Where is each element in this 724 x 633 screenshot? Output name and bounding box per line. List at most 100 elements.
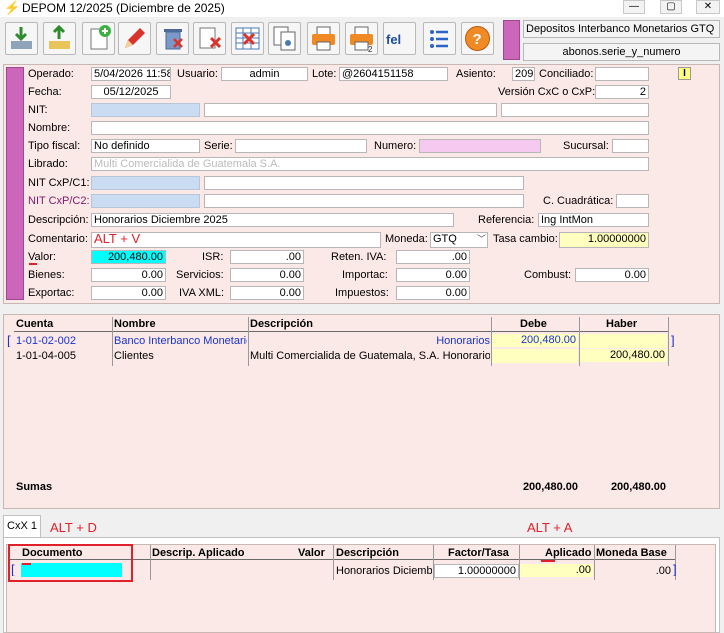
save-import-button[interactable] [5, 22, 38, 55]
col-valor[interactable]: Valor [298, 547, 325, 560]
print-copy-button[interactable]: 2 [345, 22, 378, 55]
numero-field[interactable] [419, 139, 541, 153]
document-type-field[interactable]: Depositos Interbanco Monetarios GTQ [523, 20, 720, 38]
row2-haber[interactable]: 200,480.00 [580, 349, 667, 362]
fel-logo-icon: fel [386, 32, 401, 47]
nit-cxp-c2-name-field[interactable] [204, 194, 524, 208]
delete-rows-button[interactable] [231, 22, 264, 55]
row1-debe[interactable]: 200,480.00 [492, 334, 578, 347]
descripcion-field[interactable]: Honorarios Diciembre 2025 [91, 213, 454, 227]
print-button[interactable] [307, 22, 340, 55]
impuestos-label: Impuestos: [335, 287, 389, 299]
exportac-field[interactable]: 0.00 [91, 286, 166, 300]
download-tray-icon [11, 27, 32, 49]
col-descripcion[interactable]: Descripción [250, 318, 313, 331]
nit-extra-field[interactable] [501, 103, 649, 117]
series-number-field[interactable]: abonos.serie_y_numero [523, 43, 720, 61]
alt-v-annotation: ALT + V [94, 231, 141, 246]
numero-label: Numero: [374, 140, 417, 152]
valor-underline [29, 263, 37, 265]
nit-cxp-c1-name-field[interactable] [204, 176, 524, 190]
servicios-label: Servicios: [176, 269, 224, 281]
nit-cxp-c1-field[interactable] [91, 176, 200, 190]
tasa-field[interactable]: 1.00000000 [559, 232, 649, 248]
col-cuenta[interactable]: Cuenta [16, 318, 53, 331]
svg-text:fel: fel [386, 32, 401, 47]
maximize-button[interactable]: ▢ [660, 0, 682, 14]
row2-debe[interactable] [492, 349, 578, 363]
col-haber[interactable]: Haber [606, 318, 637, 331]
referencia-field[interactable]: Ing IntMon [538, 213, 649, 227]
info-badge[interactable]: I [678, 67, 691, 80]
moneda-select[interactable]: GTQ ﹀ [430, 232, 488, 248]
impuestos-field[interactable]: 0.00 [396, 286, 470, 300]
asiento-field: 209 [512, 67, 535, 81]
col-debe[interactable]: Debe [520, 318, 547, 331]
col-aplicado[interactable]: Aplicado [545, 547, 591, 560]
row1-cuenta[interactable]: 1-01-02-002 [16, 335, 111, 348]
bienes-field[interactable]: 0.00 [91, 268, 166, 282]
col-factor-tasa[interactable]: Factor/Tasa [448, 547, 509, 560]
tipo-fiscal-field[interactable]: No definido [91, 139, 200, 153]
edit-button[interactable] [118, 22, 151, 55]
list-button[interactable] [423, 22, 456, 55]
sumas-debe: 200,480.00 [522, 481, 578, 493]
c-cuadratica-field[interactable] [616, 194, 649, 208]
servicios-field[interactable]: 0.00 [230, 268, 304, 282]
app-row-descripcion[interactable]: Honorarios Diciembre [336, 565, 432, 578]
librado-field[interactable]: Multi Comercialida de Guatemala S.A. [91, 157, 649, 171]
nit-cxp-c1-label: NIT CxP/C1: [28, 177, 90, 189]
tab-cxx1[interactable]: CxX 1 [3, 515, 41, 537]
serie-field[interactable] [235, 139, 367, 153]
row2-descripcion[interactable]: Multi Comercialida de Guatemala, S.A. Ho… [250, 350, 490, 363]
col-descripcion-b[interactable]: Descripción [336, 547, 399, 560]
col-divider [112, 317, 113, 366]
svg-text:?: ? [473, 31, 482, 48]
importac-field[interactable]: 0.00 [396, 268, 470, 282]
combust-field[interactable]: 0.00 [575, 268, 649, 282]
app-row-aplicado[interactable]: .00 [520, 564, 593, 577]
row2-cuenta[interactable]: 1-01-04-005 [16, 350, 111, 363]
app-row-factor[interactable]: 1.00000000 [434, 564, 519, 578]
col-moneda-base[interactable]: Moneda Base [596, 547, 667, 560]
moneda-value: GTQ [433, 233, 457, 245]
printer-2-icon: 2 [350, 26, 373, 54]
fel-button[interactable]: fel [383, 22, 416, 55]
nit-name-field[interactable] [204, 103, 497, 117]
new-document-button[interactable] [82, 22, 115, 55]
row2-nombre[interactable]: Clientes [114, 350, 247, 363]
header-accent-bar [6, 67, 24, 300]
delete-button[interactable] [156, 22, 189, 55]
export-button[interactable] [43, 22, 76, 55]
help-button[interactable]: ? [461, 22, 494, 55]
copy-button[interactable] [268, 22, 301, 55]
nombre-field[interactable] [91, 121, 649, 135]
valor-field[interactable]: 200,480.00 [91, 250, 166, 264]
fecha-field[interactable]: 05/12/2025 [91, 85, 171, 99]
librado-label: Librado: [28, 158, 68, 170]
reten-iva-field[interactable]: .00 [396, 250, 470, 264]
app-row-moneda-base[interactable]: .00 [595, 565, 673, 578]
documento-highlight-box [8, 544, 133, 582]
serie-label: Serie: [204, 140, 233, 152]
isr-field[interactable]: .00 [230, 250, 304, 264]
col-nombre[interactable]: Nombre [114, 318, 156, 331]
usuario-field: admin [221, 67, 308, 81]
iva-xml-field[interactable]: 0.00 [230, 286, 304, 300]
row1-haber[interactable] [580, 334, 667, 348]
referencia-label: Referencia: [478, 214, 535, 226]
cancel-document-button[interactable] [193, 22, 226, 55]
pencil-icon [125, 28, 145, 48]
conciliado-label: Conciliado: [539, 68, 594, 80]
sucursal-field[interactable] [612, 139, 649, 153]
nit-cxp-c2-field[interactable] [91, 194, 200, 208]
row1-nombre[interactable]: Banco Interbanco Monetario [114, 335, 247, 348]
nit-field[interactable] [91, 103, 200, 117]
minimize-button[interactable]: — [623, 0, 645, 14]
upload-tray-icon [49, 24, 70, 49]
chevron-down-icon: ﹀ [476, 234, 486, 244]
col-descrip-aplicado[interactable]: Descrip. Aplicado [152, 547, 245, 560]
descripcion-label: Descripción: [28, 214, 89, 226]
row1-descripcion[interactable]: Honorarios [250, 335, 490, 348]
close-button[interactable]: ✕ [696, 0, 720, 14]
